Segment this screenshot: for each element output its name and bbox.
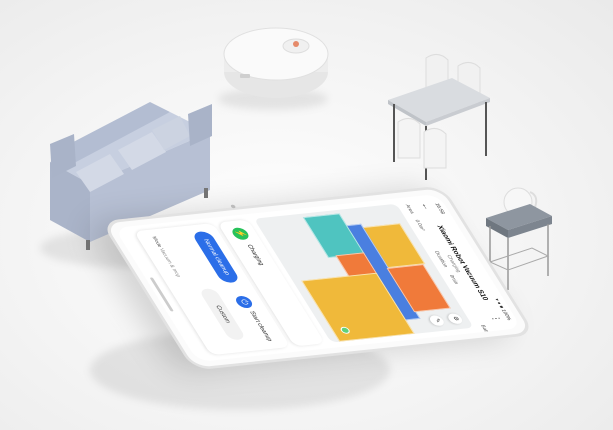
- product-scene: 16:58 ▾ ● ■ 100% ← Xiaomi Robot Vacuum S…: [0, 0, 613, 430]
- start-cleanup-button[interactable]: Start cleanup: [248, 311, 273, 342]
- status-time: 16:58: [433, 202, 446, 215]
- map-edit-icon[interactable]: ✎: [427, 314, 447, 327]
- map-settings-icon[interactable]: ⚙: [445, 312, 465, 325]
- app-screen: 16:58 ▾ ● ■ 100% ← Xiaomi Robot Vacuum S…: [114, 193, 522, 363]
- power-icon[interactable]: ⏻: [233, 295, 255, 309]
- robot-vacuum-icon: [223, 27, 329, 98]
- stat-battery-value: 100%: [491, 344, 505, 357]
- phone-area: 16:58 ▾ ● ■ 100% ← Xiaomi Robot Vacuum S…: [60, 150, 540, 430]
- mode-row[interactable]: Mode Vacuum & mop: [150, 236, 181, 277]
- mode-label: Mode: [150, 236, 163, 248]
- bolt-icon: ⚡: [229, 227, 252, 241]
- status-card-label: Charging: [245, 244, 265, 266]
- phone-speaker: [230, 204, 237, 209]
- phone-device: 16:58 ▾ ● ■ 100% ← Xiaomi Robot Vacuum S…: [100, 185, 536, 371]
- mode-value: Vacuum & mop: [157, 248, 182, 278]
